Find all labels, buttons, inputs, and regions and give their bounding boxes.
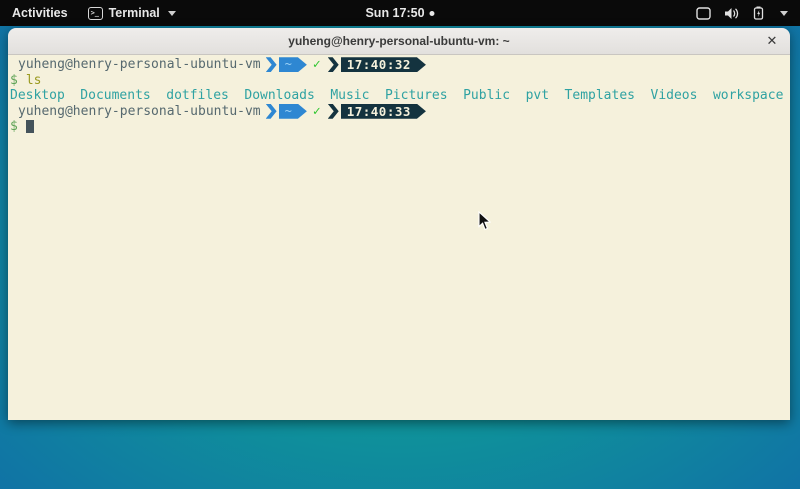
directory-name: Videos bbox=[651, 88, 698, 103]
app-menu-label: Terminal bbox=[109, 6, 160, 20]
mouse-pointer-icon bbox=[478, 211, 491, 231]
directory-name: Documents bbox=[80, 88, 150, 103]
prompt-symbol: $ bbox=[10, 119, 18, 134]
clock-label: Sun 17:50 bbox=[365, 6, 424, 20]
directory-name: Downloads bbox=[244, 88, 314, 103]
window-titlebar[interactable]: yuheng@henry-personal-ubuntu-vm: ~ ✕ bbox=[8, 28, 790, 55]
prompt-line-1: yuheng@henry-personal-ubuntu-vm ~ ✓ 17:4… bbox=[10, 57, 790, 73]
prompt-cwd-segment: ~ bbox=[279, 57, 307, 72]
directory-name: dotfiles bbox=[166, 88, 229, 103]
directory-name: Pictures bbox=[385, 88, 448, 103]
window-title: yuheng@henry-personal-ubuntu-vm: ~ bbox=[288, 34, 509, 48]
prompt-time-segment: 17:40:32 bbox=[341, 57, 426, 72]
top-bar: Activities Terminal Sun 17:50 bbox=[0, 0, 800, 26]
notification-dot bbox=[430, 11, 435, 16]
directory-name: Public bbox=[463, 88, 510, 103]
system-caret-down-icon bbox=[780, 11, 788, 16]
input-line: $ bbox=[10, 119, 790, 135]
battery-charging-icon bbox=[752, 6, 765, 20]
status-check-icon: ✓ bbox=[313, 57, 321, 73]
caret-down-icon bbox=[168, 11, 176, 16]
directory-name: Templates bbox=[565, 88, 635, 103]
prompt-user-host: yuheng@henry-personal-ubuntu-vm bbox=[10, 104, 261, 120]
activities-button[interactable]: Activities bbox=[0, 0, 80, 26]
prompt-user-host: yuheng@henry-personal-ubuntu-vm bbox=[10, 57, 261, 73]
typed-command: ls bbox=[26, 73, 42, 88]
directory-name: pvt bbox=[526, 88, 549, 103]
powerline-chevron-icon bbox=[328, 104, 339, 119]
prompt-time-segment: 17:40:33 bbox=[341, 104, 426, 119]
directory-name: Desktop bbox=[10, 88, 65, 103]
prompt-cwd-segment: ~ bbox=[279, 104, 307, 119]
directory-name: Music bbox=[330, 88, 369, 103]
close-button[interactable]: ✕ bbox=[762, 31, 782, 51]
powerline-chevron-icon bbox=[266, 57, 277, 72]
system-status-area[interactable] bbox=[696, 0, 800, 26]
command-line: $ ls bbox=[10, 73, 790, 89]
powerline-chevron-icon bbox=[266, 104, 277, 119]
clock-menu[interactable]: Sun 17:50 bbox=[365, 0, 434, 26]
ls-output-line: Desktop Documents dotfiles Downloads Music Pi… bbox=[10, 88, 790, 104]
terminal-cursor bbox=[26, 120, 34, 133]
terminal-window: yuheng@henry-personal-ubuntu-vm: ~ ✕ yuh… bbox=[8, 28, 790, 420]
powerline-chevron-icon bbox=[328, 57, 339, 72]
prompt-line-2: yuheng@henry-personal-ubuntu-vm ~ ✓ 17:4… bbox=[10, 104, 790, 120]
display-icon bbox=[696, 7, 711, 20]
volume-icon bbox=[724, 7, 739, 20]
status-check-icon: ✓ bbox=[313, 104, 321, 120]
directory-name: workspace bbox=[713, 88, 783, 103]
terminal-screen[interactable]: yuheng@henry-personal-ubuntu-vm ~ ✓ 17:4… bbox=[8, 55, 790, 420]
app-menu-terminal[interactable]: Terminal bbox=[80, 0, 184, 26]
terminal-app-icon bbox=[88, 7, 103, 20]
prompt-symbol: $ bbox=[10, 73, 18, 88]
